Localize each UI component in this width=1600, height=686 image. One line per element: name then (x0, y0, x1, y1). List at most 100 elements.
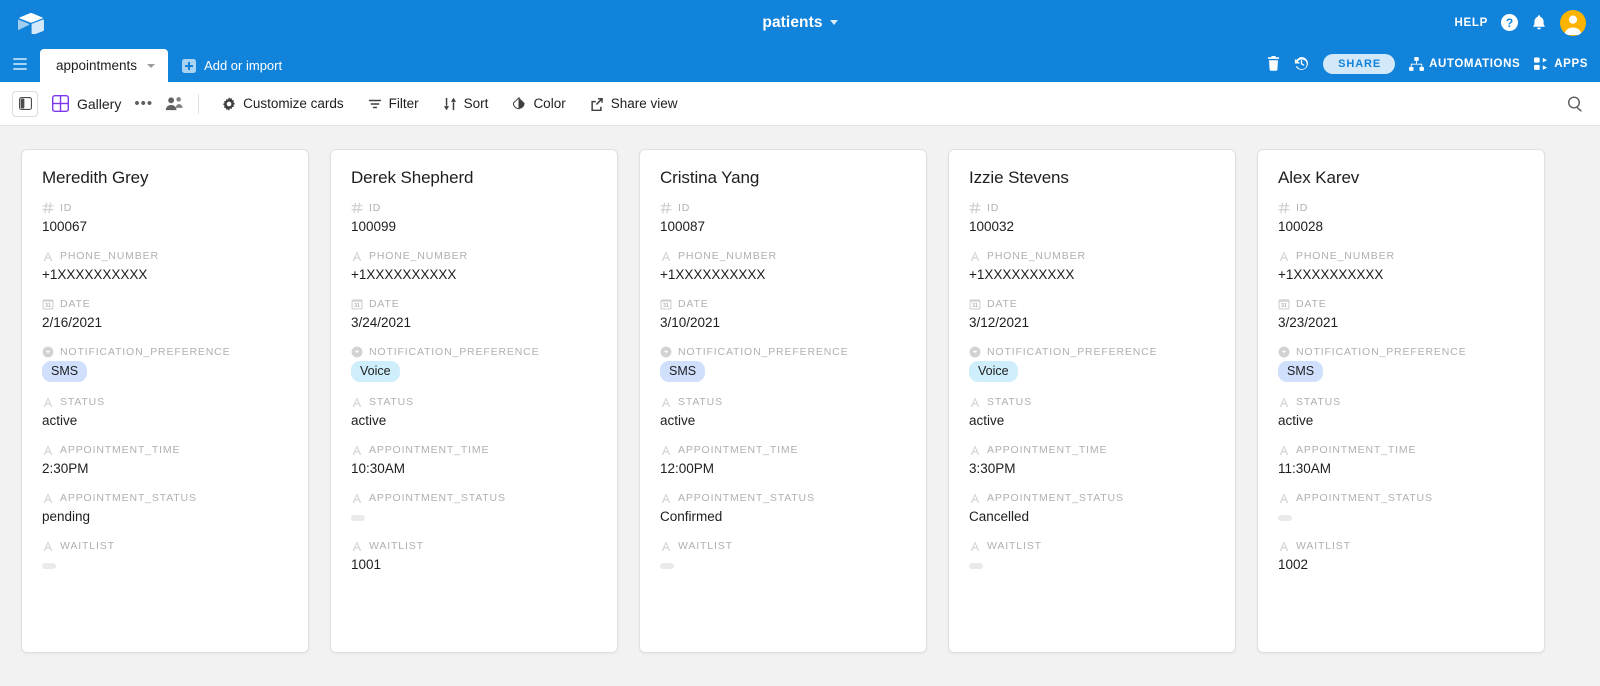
card-field-appointment-time[interactable]: APPOINTMENT_TIME 12:00PM (660, 443, 906, 478)
share-box-icon (590, 97, 604, 111)
color-button[interactable]: Color (503, 91, 574, 116)
card-field-appointment-status[interactable]: APPOINTMENT_STATUS Cancelled (969, 491, 1215, 526)
customize-cards-button[interactable]: Customize cards (213, 91, 353, 116)
card-field-date[interactable]: 31 DATE 3/23/2021 (1278, 297, 1524, 332)
card-field-appointment-status[interactable]: APPOINTMENT_STATUS (1278, 491, 1524, 526)
filter-label: Filter (388, 96, 419, 111)
card-field-waitlist[interactable]: WAITLIST (42, 539, 288, 574)
field-label-row: WAITLIST (660, 539, 906, 552)
card-field-waitlist[interactable]: WAITLIST 1001 (351, 539, 597, 574)
card-field-notification-preference[interactable]: NOTIFICATION_PREFERENCE SMS (660, 345, 906, 382)
ellipsis-icon[interactable]: ••• (134, 96, 153, 111)
card-field-status[interactable]: STATUS active (42, 395, 288, 430)
card-field-status[interactable]: STATUS active (660, 395, 906, 430)
field-label-row: NOTIFICATION_PREFERENCE (351, 345, 597, 358)
field-label-row: 31 DATE (1278, 297, 1524, 310)
gallery-card[interactable]: Izzie Stevens ID 100032 PHONE_NUMBER +1XXXXX… (948, 149, 1236, 653)
gallery-card[interactable]: Alex Karev ID 100028 PHONE_NUMBER +1XXXXXXXX… (1257, 149, 1545, 653)
sidebar-toggle-icon[interactable] (12, 90, 38, 117)
card-field-status[interactable]: STATUS active (969, 395, 1215, 430)
filter-button[interactable]: Filter (359, 91, 428, 116)
customize-cards-label: Customize cards (243, 96, 344, 111)
card-field-phone-number[interactable]: PHONE_NUMBER +1XXXXXXXXXX (1278, 249, 1524, 284)
card-field-waitlist[interactable]: WAITLIST 1002 (1278, 539, 1524, 574)
table-tab-appointments[interactable]: appointments (40, 49, 169, 82)
card-field-appointment-status[interactable]: APPOINTMENT_STATUS (351, 491, 597, 526)
add-or-import-button[interactable]: Add or import (168, 49, 294, 82)
card-field-appointment-status[interactable]: APPOINTMENT_STATUS pending (42, 491, 288, 526)
select-option-pill: SMS (660, 361, 706, 382)
bell-icon[interactable] (1531, 14, 1547, 31)
field-label: NOTIFICATION_PREFERENCE (369, 345, 540, 358)
chevron-down-icon[interactable] (147, 63, 156, 68)
field-label-row: NOTIFICATION_PREFERENCE (42, 345, 288, 358)
card-field-phone-number[interactable]: PHONE_NUMBER +1XXXXXXXXXX (351, 249, 597, 284)
card-field-appointment-time[interactable]: APPOINTMENT_TIME 10:30AM (351, 443, 597, 478)
number-field-icon (42, 202, 54, 214)
card-field-notification-preference[interactable]: NOTIFICATION_PREFERENCE Voice (351, 345, 597, 382)
field-label: APPOINTMENT_TIME (1296, 443, 1417, 456)
sort-button[interactable]: Sort (434, 91, 498, 116)
chevron-down-icon[interactable] (829, 20, 838, 25)
card-field-appointment-time[interactable]: APPOINTMENT_TIME 3:30PM (969, 443, 1215, 478)
text-field-icon (42, 250, 54, 262)
field-label: WAITLIST (678, 539, 733, 552)
card-field-id[interactable]: ID 100087 (660, 201, 906, 236)
card-field-notification-preference[interactable]: NOTIFICATION_PREFERENCE Voice (969, 345, 1215, 382)
search-icon[interactable] (1567, 95, 1584, 112)
card-field-appointment-time[interactable]: APPOINTMENT_TIME 11:30AM (1278, 443, 1524, 478)
help-button[interactable]: HELP (1455, 17, 1488, 29)
card-field-phone-number[interactable]: PHONE_NUMBER +1XXXXXXXXXX (969, 249, 1215, 284)
text-field-icon (969, 540, 981, 552)
card-field-date[interactable]: 31 DATE 3/12/2021 (969, 297, 1215, 332)
field-label-row: NOTIFICATION_PREFERENCE (1278, 345, 1524, 358)
field-label: DATE (1296, 297, 1327, 310)
view-selector[interactable]: Gallery (52, 95, 121, 112)
field-value-status: active (351, 413, 387, 428)
card-field-date[interactable]: 31 DATE 2/16/2021 (42, 297, 288, 332)
card-field-phone-number[interactable]: PHONE_NUMBER +1XXXXXXXXXX (42, 249, 288, 284)
hamburger-menu-icon[interactable] (0, 45, 40, 82)
share-button[interactable]: SHARE (1323, 53, 1396, 74)
automations-button[interactable]: AUTOMATIONS (1409, 56, 1521, 71)
field-value-id: 100099 (351, 219, 397, 234)
card-field-appointment-status[interactable]: APPOINTMENT_STATUS Confirmed (660, 491, 906, 526)
text-field-icon (1278, 444, 1290, 456)
card-field-id[interactable]: ID 100032 (969, 201, 1215, 236)
card-field-id[interactable]: ID 100067 (42, 201, 288, 236)
card-field-waitlist[interactable]: WAITLIST (660, 539, 906, 574)
card-field-status[interactable]: STATUS active (1278, 395, 1524, 430)
card-field-date[interactable]: 31 DATE 3/10/2021 (660, 297, 906, 332)
field-label-row: STATUS (42, 395, 288, 408)
share-view-button[interactable]: Share view (581, 91, 687, 116)
card-field-notification-preference[interactable]: NOTIFICATION_PREFERENCE SMS (42, 345, 288, 382)
base-title-group: patients (0, 0, 1600, 45)
automations-label: AUTOMATIONS (1429, 57, 1521, 70)
card-field-status[interactable]: STATUS active (351, 395, 597, 430)
trash-icon[interactable] (1267, 56, 1280, 71)
gallery-card[interactable]: Derek Shepherd ID 100099 PHONE_NUMBER +1XXXX… (330, 149, 618, 653)
card-field-phone-number[interactable]: PHONE_NUMBER +1XXXXXXXXXX (660, 249, 906, 284)
select-option-pill: Voice (969, 361, 1018, 382)
card-field-notification-preference[interactable]: NOTIFICATION_PREFERENCE SMS (1278, 345, 1524, 382)
text-field-icon (1278, 396, 1290, 408)
card-field-waitlist[interactable]: WAITLIST (969, 539, 1215, 574)
toolbar-divider (198, 93, 200, 114)
card-field-appointment-time[interactable]: APPOINTMENT_TIME 2:30PM (42, 443, 288, 478)
share-view-label: Share view (610, 96, 678, 111)
apps-button[interactable]: APPS (1534, 57, 1588, 71)
card-field-date[interactable]: 31 DATE 3/24/2021 (351, 297, 597, 332)
airtable-logo-icon[interactable] (8, 0, 54, 45)
gallery-card[interactable]: Meredith Grey ID 100067 PHONE_NUMBER +1XXXXX… (21, 149, 309, 653)
card-field-id[interactable]: ID 100099 (351, 201, 597, 236)
paint-drop-icon (512, 96, 526, 111)
gallery-card[interactable]: Cristina Yang ID 100087 PHONE_NUMBER +1XXXXX… (639, 149, 927, 653)
field-label: NOTIFICATION_PREFERENCE (678, 345, 849, 358)
user-avatar-icon[interactable] (1560, 9, 1586, 36)
base-title[interactable]: patients (762, 14, 822, 32)
collaborators-icon[interactable] (165, 96, 184, 111)
question-mark-icon[interactable]: ? (1501, 14, 1518, 31)
clock-history-icon[interactable] (1294, 56, 1309, 71)
field-label-row: APPOINTMENT_TIME (1278, 443, 1524, 456)
card-field-id[interactable]: ID 100028 (1278, 201, 1524, 236)
